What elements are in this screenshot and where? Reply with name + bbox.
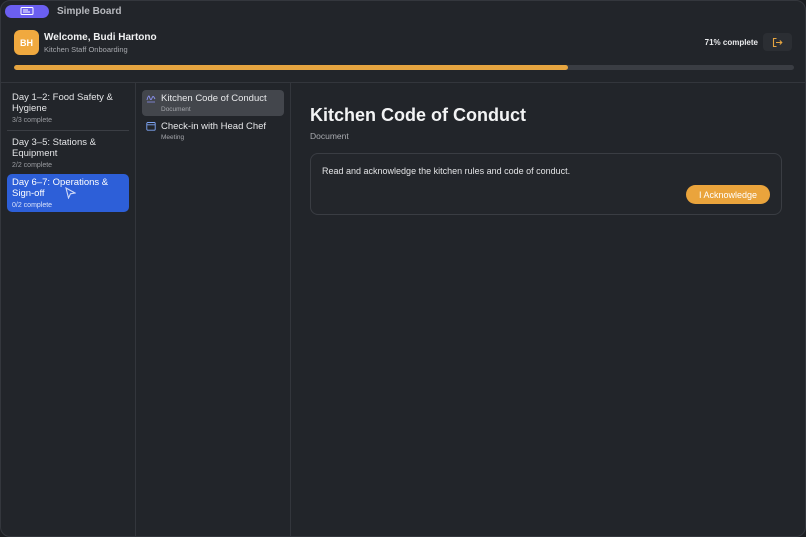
welcome-heading: Welcome, Budi Hartono [44, 32, 157, 43]
avatar: BH [14, 30, 39, 55]
stage-list: Day 1–2: Food Safety & Hygiene 3/3 compl… [7, 90, 129, 214]
task-type: Meeting [161, 134, 185, 141]
pointer-cursor-icon [65, 187, 76, 199]
app-title: Simple Board [57, 6, 122, 17]
tasks-column-divider [290, 83, 291, 536]
task-description: Read and acknowledge the kitchen rules a… [322, 166, 571, 176]
title-bar: Simple Board [1, 1, 805, 23]
progress-bar-fill [14, 65, 568, 70]
detail-type: Document [310, 131, 349, 141]
logout-button[interactable] [763, 33, 792, 51]
stage-item-stations[interactable]: Day 3–5: Stations & Equipment 2/2 comple… [7, 135, 129, 172]
signature-icon [146, 95, 156, 103]
task-title: Kitchen Code of Conduct [161, 93, 267, 104]
progress-label: 71% complete [704, 38, 758, 47]
logout-icon [772, 37, 783, 47]
stage-item-food-safety[interactable]: Day 1–2: Food Safety & Hygiene 3/3 compl… [7, 90, 129, 127]
task-item-check-in[interactable]: Check-in with Head Chef Meeting [142, 118, 284, 144]
board-icon [20, 7, 34, 15]
stage-title: Day 3–5: Stations & Equipment [12, 137, 96, 159]
stage-item-operations[interactable]: Day 6–7: Operations & Sign-off 0/2 compl… [7, 174, 129, 212]
task-type: Document [161, 106, 191, 113]
onboarding-subtitle: Kitchen Staff Onboarding [44, 45, 128, 54]
app-window: Simple Board BH Welcome, Budi Hartono Ki… [0, 0, 806, 537]
progress-bar [14, 65, 794, 70]
calendar-icon [146, 122, 156, 131]
acknowledge-button[interactable]: I Acknowledge [686, 185, 770, 204]
stages-column-divider [135, 83, 136, 536]
stage-count: 3/3 complete [12, 117, 53, 124]
stage-divider [7, 130, 129, 131]
task-item-code-of-conduct[interactable]: Kitchen Code of Conduct Document [142, 90, 284, 116]
stage-count: 0/2 complete [12, 202, 53, 209]
app-switcher-button[interactable] [5, 5, 49, 18]
stage-count: 2/2 complete [12, 162, 53, 169]
task-card: Read and acknowledge the kitchen rules a… [310, 153, 782, 215]
detail-title: Kitchen Code of Conduct [310, 105, 526, 125]
task-title: Check-in with Head Chef [161, 121, 267, 132]
stage-title: Day 1–2: Food Safety & Hygiene [12, 92, 113, 114]
task-list: Kitchen Code of Conduct Document Check-i… [142, 90, 284, 146]
header-divider [1, 82, 805, 83]
